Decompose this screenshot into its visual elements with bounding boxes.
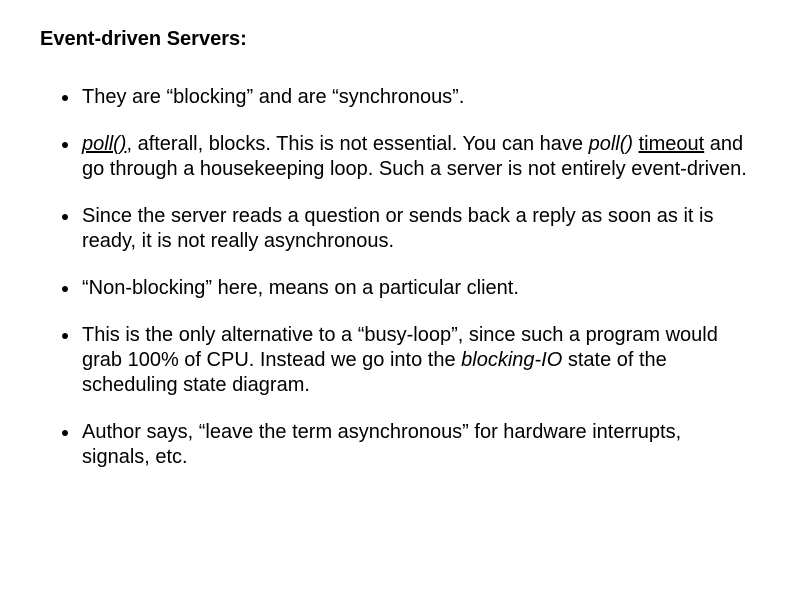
- slide-page: Event-driven Servers: They are “blocking…: [0, 0, 794, 470]
- bullet-text: Author says, “leave the term asynchronou…: [82, 421, 681, 468]
- bullet-text-italic: blocking-IO: [461, 349, 562, 371]
- bullet-item: They are “blocking” and are “synchronous…: [62, 85, 748, 110]
- bullet-text: Since the server reads a question or sen…: [82, 205, 713, 252]
- bullet-item: Since the server reads a question or sen…: [62, 204, 748, 254]
- bullet-text: “Non-blocking” here, means on a particul…: [82, 277, 519, 299]
- slide-title: Event-driven Servers:: [40, 28, 754, 51]
- bullet-list: They are “blocking” and are “synchronous…: [40, 85, 754, 470]
- bullet-text: They are “blocking” and are “synchronous…: [82, 86, 464, 108]
- bullet-text-italic-underline: poll(): [82, 133, 126, 155]
- bullet-text-italic: poll(): [589, 133, 633, 155]
- bullet-item: poll(), afterall, blocks. This is not es…: [62, 132, 748, 182]
- bullet-item: “Non-blocking” here, means on a particul…: [62, 276, 748, 301]
- bullet-item: Author says, “leave the term asynchronou…: [62, 420, 748, 470]
- bullet-item: This is the only alternative to a “busy-…: [62, 323, 748, 398]
- bullet-text-underline: timeout: [639, 133, 705, 155]
- bullet-text: , afterall, blocks. This is not essentia…: [126, 133, 588, 155]
